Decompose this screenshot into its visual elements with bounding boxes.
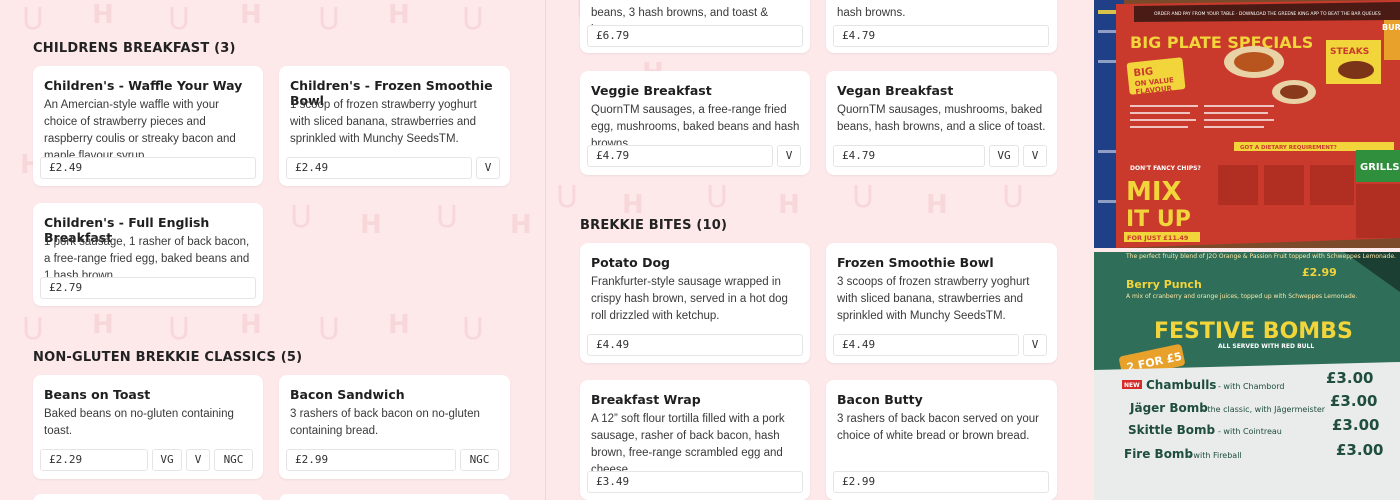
photo-bomb-name-3: Skittle Bomb xyxy=(1128,423,1216,437)
photo-festive-title: FESTIVE BOMBS xyxy=(1154,319,1353,344)
photo-bomb-name-2: Jäger Bomb xyxy=(1129,401,1208,415)
dietary-tag-v: V xyxy=(1023,334,1047,356)
photo-bomb-price-3: £3.00 xyxy=(1332,416,1379,434)
menu-card-vegan-breakfast[interactable]: Vegan Breakfast QuornTM sausages, mushro… xyxy=(826,71,1057,175)
item-description: Frankfurter-style sausage wrapped in cri… xyxy=(591,276,788,322)
item-price: £4.49 xyxy=(833,334,1019,356)
dietary-tag-v: V xyxy=(476,157,500,179)
item-name: Beans on Toast xyxy=(44,387,151,402)
item-price: £4.79 xyxy=(833,145,985,167)
photo-title: BIG PLATE SPECIALS xyxy=(1130,33,1313,52)
item-name: Bacon Sandwich xyxy=(290,387,405,402)
photo-bomb-price-4: £3.00 xyxy=(1336,441,1383,459)
menu-card-childrens-waffle[interactable]: Children's - Waffle Your Way An Amercian… xyxy=(33,66,263,186)
menu-photo-big-plate-specials[interactable]: ORDER AND PAY FROM YOUR TABLE · DOWNLOAD… xyxy=(1094,0,1400,248)
photo-bomb-desc-3: - with Cointreau xyxy=(1218,427,1282,436)
item-name: Children's - Waffle Your Way xyxy=(44,78,243,93)
photo-new-badge: NEW xyxy=(1124,382,1140,389)
menu-card-partial[interactable] xyxy=(33,494,263,500)
item-description: 3 rashers of back bacon served on your c… xyxy=(837,413,1040,442)
dietary-tag-v: V xyxy=(777,145,801,167)
item-description: QuornTM sausages, mushrooms, baked beans… xyxy=(837,104,1046,133)
photo-served: ALL SERVED WITH RED BULL xyxy=(1218,343,1314,350)
item-price: £2.49 xyxy=(286,157,472,179)
photo-bomb-price-2: £3.00 xyxy=(1330,392,1377,410)
photo-dietary: GOT A DIETARY REQUIREMENT? xyxy=(1240,145,1337,151)
photo-bomb-price-1: £3.00 xyxy=(1326,369,1373,387)
photo-bomb-desc-1: - with Chambord xyxy=(1218,382,1285,391)
dietary-tag-vg: VG xyxy=(152,449,182,471)
photo-passion-desc: The perfect fruity blend of J2O Orange &… xyxy=(1125,253,1396,260)
menu-card-childrens-smoothie-bowl[interactable]: Children's - Frozen Smoothie Bowl 1 scoo… xyxy=(279,66,510,186)
item-description: A 12” soft flour tortilla filled with a … xyxy=(591,413,785,476)
dietary-tag-ngc: NGC xyxy=(460,449,499,471)
menu-card-partial[interactable] xyxy=(279,494,510,500)
menu-card-frozen-smoothie-bowl[interactable]: Frozen Smoothie Bowl 3 scoops of frozen … xyxy=(826,243,1057,363)
item-price: £2.49 xyxy=(40,157,256,179)
photo-header-strip: ORDER AND PAY FROM YOUR TABLE · DOWNLOAD… xyxy=(1154,11,1381,17)
item-name: Vegan Breakfast xyxy=(837,83,954,98)
photo-berry-title: Berry Punch xyxy=(1126,278,1202,291)
dietary-tag-ngc: NGC xyxy=(214,449,253,471)
item-price: £6.79 xyxy=(587,25,803,47)
menu-photo-festive-bombs[interactable]: The perfect fruity blend of J2O Orange &… xyxy=(1094,252,1400,500)
photo-bomb-desc-4: - with Fireball xyxy=(1188,451,1242,460)
dietary-tag-v: V xyxy=(1023,145,1047,167)
item-price: £4.49 xyxy=(587,334,803,356)
photo-berry-price: £2.99 xyxy=(1302,266,1337,279)
photo-steaks: STEAKS xyxy=(1330,47,1369,57)
item-name: Bacon Butty xyxy=(837,392,923,407)
photo-berry-desc: A mix of cranberry and orange juices, to… xyxy=(1126,293,1357,300)
dietary-tag-vg: VG xyxy=(989,145,1019,167)
item-price: £2.79 xyxy=(40,277,256,299)
menu-card-partial-top[interactable]: beans, 3 hash browns, and toast & butter… xyxy=(580,0,810,53)
dietary-tag-v: V xyxy=(186,449,210,471)
section-title-non-gluten: NON-GLUTEN BREKKIE CLASSICS (5) xyxy=(33,350,303,365)
item-price: £2.29 xyxy=(40,449,148,471)
menu-card-bacon-sandwich[interactable]: Bacon Sandwich 3 rashers of back bacon o… xyxy=(279,375,510,479)
item-name: Breakfast Wrap xyxy=(591,392,701,407)
item-name: Veggie Breakfast xyxy=(591,83,712,98)
item-price: £3.49 xyxy=(587,471,803,493)
menu-card-veggie-breakfast[interactable]: Veggie Breakfast QuornTM sausages, a fre… xyxy=(580,71,810,175)
photo-fancy: DON'T FANCY CHIPS? xyxy=(1130,165,1201,172)
item-price: £2.99 xyxy=(833,471,1049,493)
item-description: An Amercian-style waffle with your choic… xyxy=(44,99,236,162)
photo-grills: GRILLS xyxy=(1360,162,1400,173)
left-menu-column: U H U H U H U H U H U H U H U H U H U CH… xyxy=(0,0,545,500)
item-price: £2.99 xyxy=(286,449,456,471)
item-description: 3 scoops of frozen strawberry yoghurt wi… xyxy=(837,276,1030,322)
item-price: £4.79 xyxy=(587,145,773,167)
photo-itup: IT UP xyxy=(1126,207,1191,232)
item-price: £4.79 xyxy=(833,25,1049,47)
section-title-childrens: CHILDRENS BREAKFAST (3) xyxy=(33,41,236,56)
menu-card-childrens-full-english[interactable]: Children's - Full English Breakfast 1 po… xyxy=(33,203,263,306)
menu-photo-top-drawing: ORDER AND PAY FROM YOUR TABLE · DOWNLOAD… xyxy=(1094,0,1400,248)
item-name: Potato Dog xyxy=(591,255,670,270)
menu-card-breakfast-wrap[interactable]: Breakfast Wrap A 12” soft flour tortilla… xyxy=(580,380,810,500)
photo-bomb-name-4: Fire Bomb xyxy=(1124,447,1193,461)
menu-photo-bottom-drawing: The perfect fruity blend of J2O Orange &… xyxy=(1094,252,1400,500)
photo-bomb-desc-2: - the classic, with Jägermeister xyxy=(1202,405,1326,414)
photo-mix-sub: FOR JUST £11.49 xyxy=(1127,234,1189,242)
item-name: Frozen Smoothie Bowl xyxy=(837,255,994,270)
section-title-brekkie-bites: BREKKIE BITES (10) xyxy=(580,218,728,233)
photo-badge-big: BIG xyxy=(1133,66,1154,79)
item-description: hash browns. xyxy=(837,7,906,19)
item-description: 3 rashers of back bacon on no-gluten con… xyxy=(290,408,480,437)
photo-burgers: BURGE xyxy=(1382,23,1400,32)
photo-bomb-name-1: Chambulls xyxy=(1146,378,1216,392)
item-description: 1 scoop of frozen strawberry yoghurt wit… xyxy=(290,99,477,145)
photo-mix: MIX xyxy=(1126,177,1182,207)
item-description: Baked beans on no-gluten containing toas… xyxy=(44,408,234,437)
middle-menu-column: U H U H U H U H U beans, 3 hash browns, … xyxy=(546,0,1094,500)
menu-card-bacon-butty[interactable]: Bacon Butty 3 rashers of back bacon serv… xyxy=(826,380,1057,500)
menu-card-potato-dog[interactable]: Potato Dog Frankfurter-style sausage wra… xyxy=(580,243,810,363)
menu-card-beans-on-toast[interactable]: Beans on Toast Baked beans on no-gluten … xyxy=(33,375,263,479)
menu-card-partial-top[interactable]: hash browns. £4.79 xyxy=(826,0,1057,53)
